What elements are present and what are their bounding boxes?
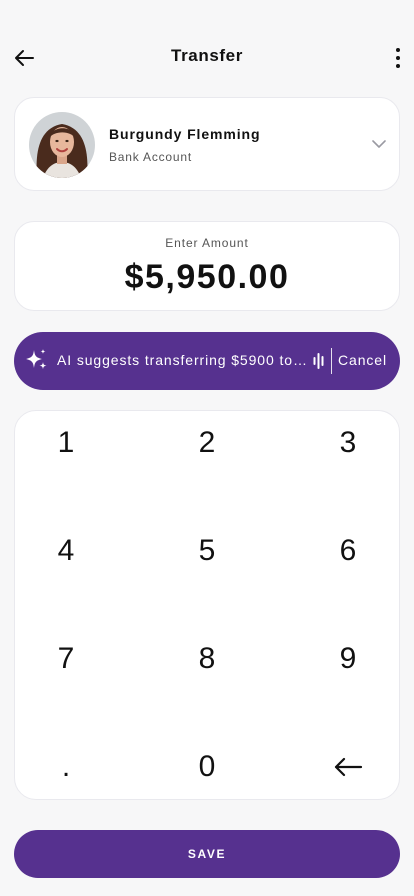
amount-field[interactable]: Enter Amount $5,950.00 (14, 221, 400, 311)
key-0[interactable]: 0 (157, 737, 257, 797)
backspace-arrow-icon (334, 757, 363, 777)
amount-label: Enter Amount (165, 236, 249, 250)
recipient-selector[interactable]: Burgundy Flemming Bank Account (14, 97, 400, 191)
key-6[interactable]: 6 (298, 521, 398, 581)
numeric-keypad: 1 2 3 4 5 6 7 8 9 . 0 (14, 410, 400, 800)
key-5[interactable]: 5 (157, 521, 257, 581)
divider (331, 348, 332, 374)
ai-suggestion-banner[interactable]: AI suggests transferring $5900 to Burgun… (14, 332, 400, 390)
recipient-name: Burgundy Flemming (109, 126, 261, 142)
key-7[interactable]: 7 (16, 629, 116, 689)
voice-wave-icon[interactable] (313, 352, 327, 370)
amount-value: $5,950.00 (124, 258, 290, 296)
more-vertical-icon (396, 48, 400, 68)
cancel-button[interactable]: Cancel (338, 352, 387, 368)
save-button[interactable]: SAVE (14, 830, 400, 878)
more-options-button[interactable] (386, 42, 410, 74)
sparkle-icon (26, 349, 47, 370)
key-2[interactable]: 2 (157, 413, 257, 473)
recipient-account-type: Bank Account (109, 150, 192, 164)
chevron-down-icon (372, 140, 386, 148)
avatar (29, 112, 95, 178)
key-decimal[interactable]: . (16, 737, 116, 797)
page-title: Transfer (171, 46, 243, 65)
key-8[interactable]: 8 (157, 629, 257, 689)
backspace-key[interactable] (298, 737, 398, 797)
key-3[interactable]: 3 (298, 413, 398, 473)
ai-suggestion-text: AI suggests transferring $5900 to Burgun… (57, 352, 307, 368)
key-9[interactable]: 9 (298, 629, 398, 689)
key-1[interactable]: 1 (16, 413, 116, 473)
key-4[interactable]: 4 (16, 521, 116, 581)
top-bar: Transfer (0, 34, 414, 82)
